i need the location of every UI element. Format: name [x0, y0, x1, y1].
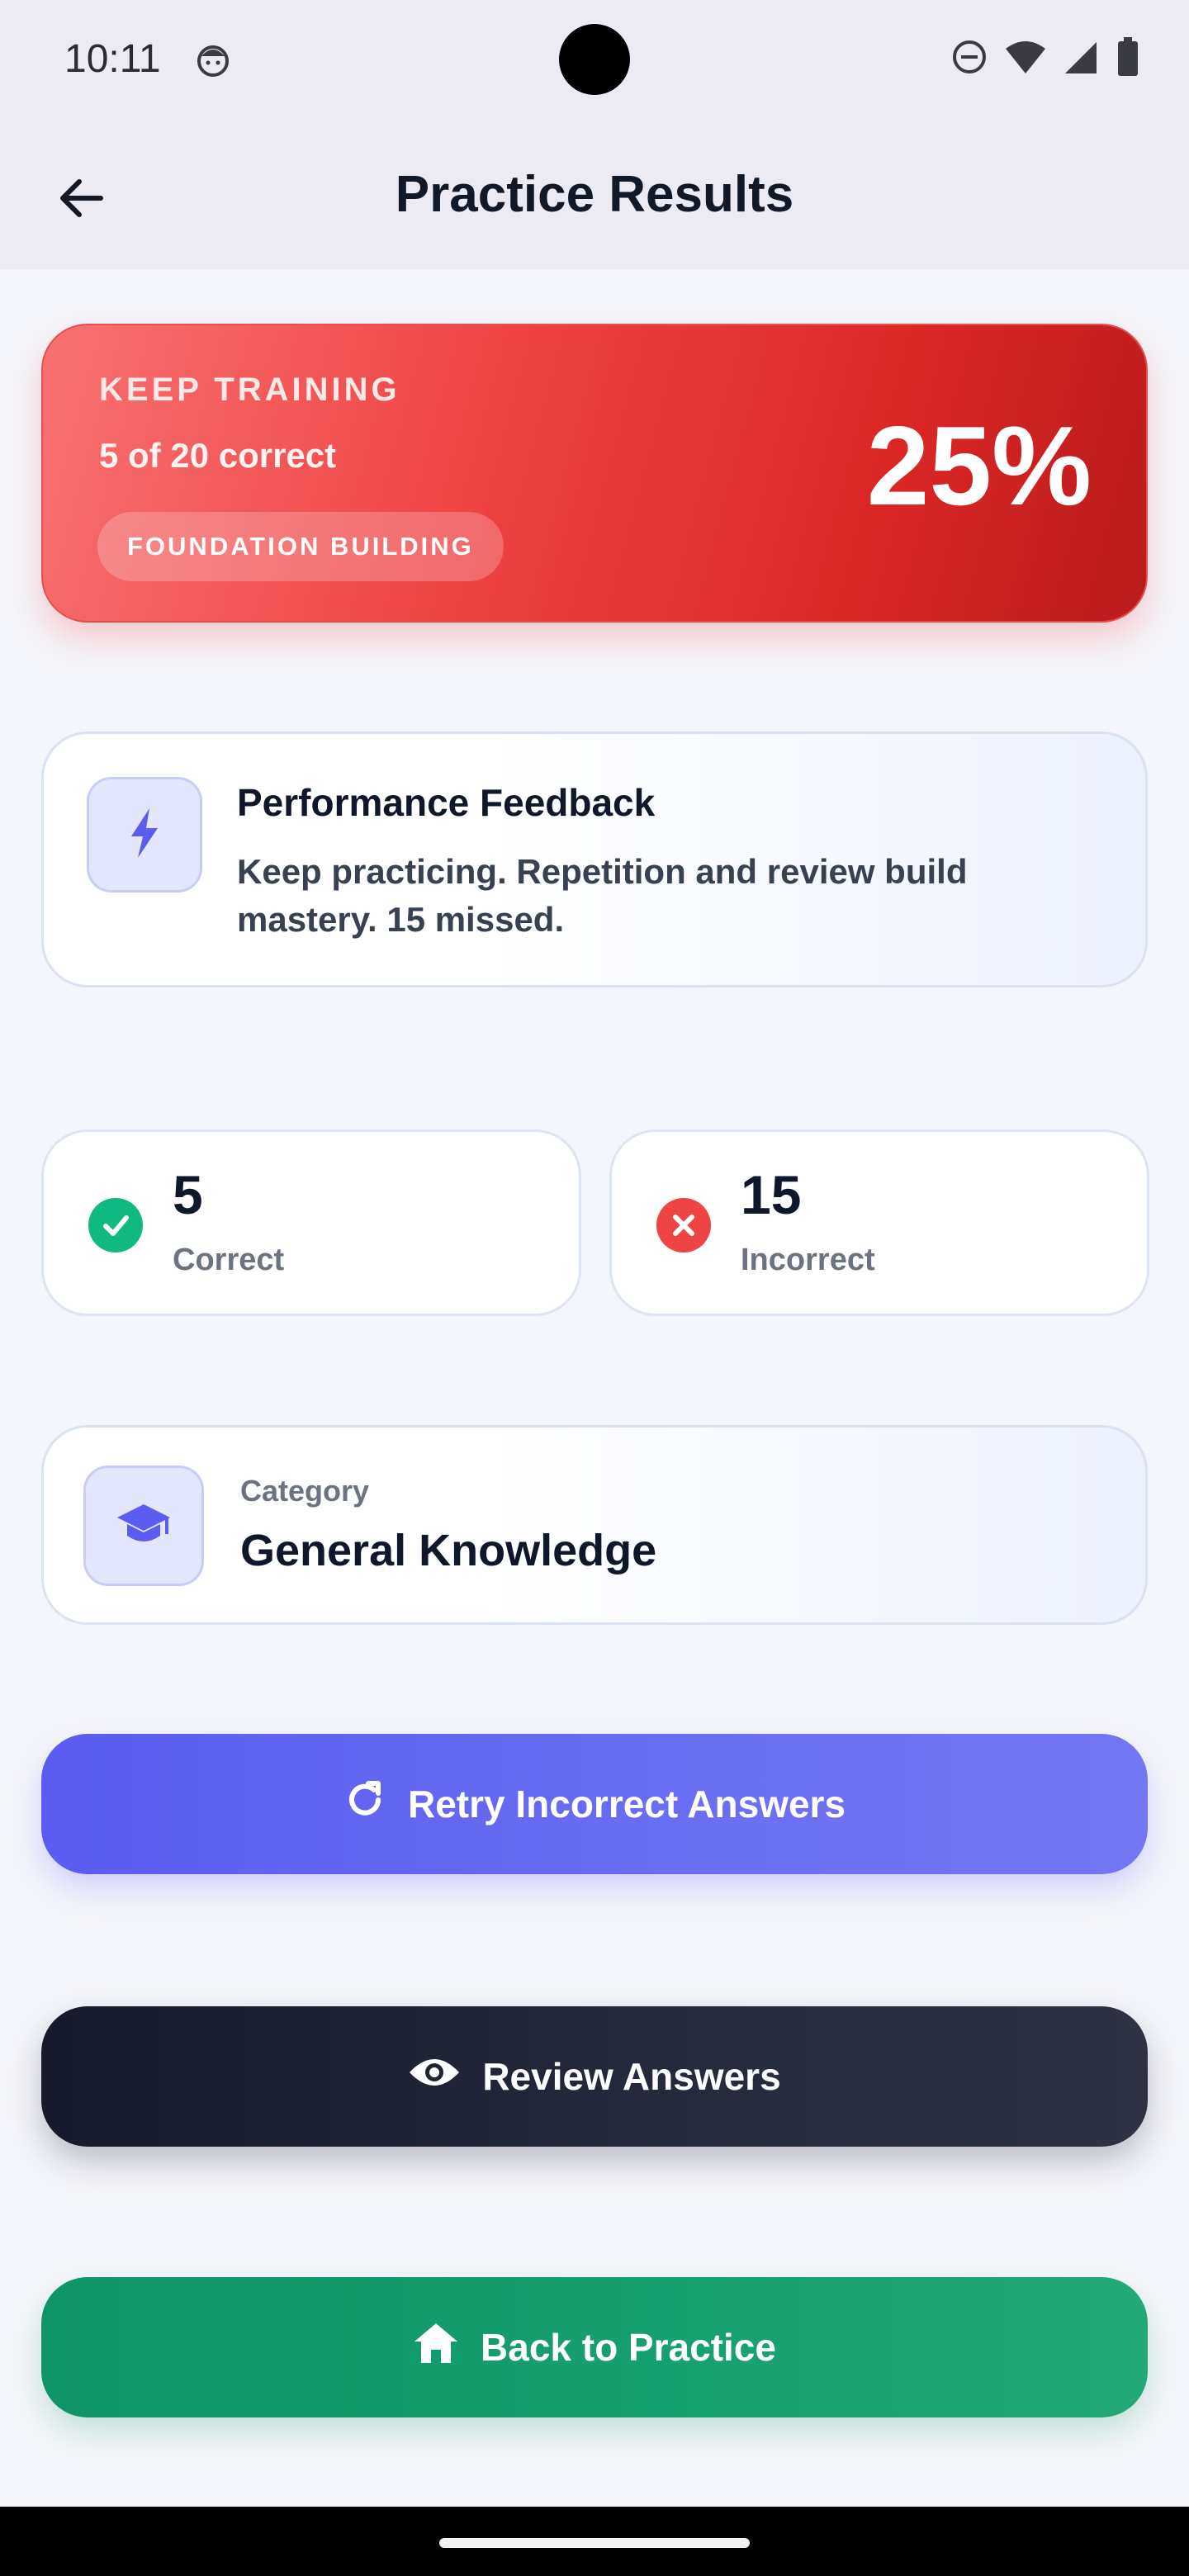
feedback-text: Keep practicing. Repetition and review b…: [237, 852, 968, 939]
page-title: Practice Results: [395, 166, 794, 223]
category-icon-box: [83, 1466, 204, 1586]
battery-icon: [1116, 36, 1139, 81]
incorrect-stat-card: 15 Incorrect: [609, 1129, 1149, 1316]
app-bar: Practice Results: [0, 122, 1189, 269]
correct-label: Correct: [173, 1243, 285, 1277]
status-time: 10:11: [64, 37, 161, 81]
lightning-icon: [126, 807, 163, 864]
camera-cutout: [559, 24, 630, 95]
eye-icon: [408, 2054, 461, 2100]
review-button-label: Review Answers: [482, 2055, 781, 2098]
status-bar: 10:11: [0, 0, 1189, 122]
retry-incorrect-button[interactable]: Retry Incorrect Answers: [41, 1734, 1148, 1874]
graduation-cap-icon: [116, 1501, 172, 1551]
review-answers-button[interactable]: Review Answers: [41, 2006, 1148, 2147]
correct-count: 5: [173, 1164, 203, 1225]
retry-button-label: Retry Incorrect Answers: [407, 1783, 846, 1825]
status-icons: [951, 36, 1139, 81]
feedback-icon-box: [87, 777, 202, 893]
check-circle-icon: [88, 1198, 143, 1252]
category-value: General Knowledge: [240, 1526, 657, 1575]
home-button-label: Back to Practice: [481, 2326, 776, 2369]
home-icon: [413, 2322, 459, 2374]
category-label: Category: [240, 1474, 370, 1508]
correct-stat-card: 5 Correct: [41, 1129, 581, 1316]
back-to-practice-button[interactable]: Back to Practice: [41, 2277, 1148, 2417]
feedback-card: Performance Feedback Keep practicing. Re…: [41, 732, 1148, 987]
incorrect-label: Incorrect: [741, 1243, 875, 1277]
incorrect-count: 15: [741, 1164, 802, 1225]
score-card: KEEP TRAINING 5 of 20 correct FOUNDATION…: [41, 324, 1148, 623]
level-badge: FOUNDATION BUILDING: [97, 512, 504, 581]
home-gesture-handle[interactable]: [439, 2538, 750, 2548]
x-circle-icon: [656, 1198, 711, 1252]
wifi-icon: [1004, 39, 1047, 79]
category-card: Category General Knowledge: [41, 1425, 1148, 1625]
cellular-signal-icon: [1063, 39, 1100, 79]
score-percent: 25%: [866, 403, 1092, 528]
do-not-disturb-icon: [951, 39, 988, 79]
face-icon: [195, 41, 231, 78]
score-summary: 5 of 20 correct: [99, 436, 337, 475]
feedback-title: Performance Feedback: [237, 781, 656, 824]
refresh-icon: [343, 1778, 386, 1830]
system-navigation-bar: [0, 2507, 1189, 2576]
score-eyebrow: KEEP TRAINING: [99, 372, 400, 408]
